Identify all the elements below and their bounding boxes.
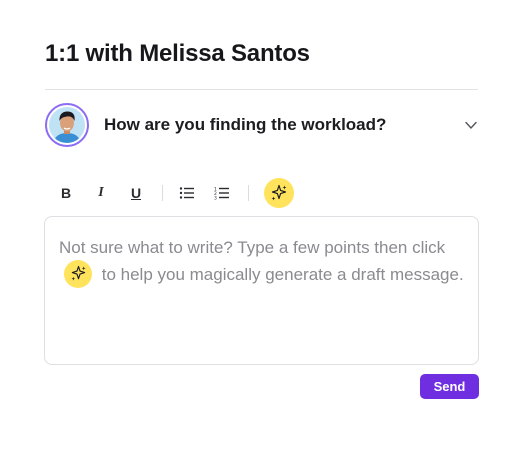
- bold-button[interactable]: B: [55, 182, 77, 204]
- svg-text:3: 3: [214, 196, 217, 201]
- sparkles-icon: [271, 184, 287, 201]
- magic-generate-button[interactable]: [264, 178, 294, 208]
- chevron-down-icon[interactable]: [464, 118, 478, 132]
- numbered-list-button[interactable]: 1 2 3: [211, 182, 233, 204]
- placeholder-text-end: to help you magically generate a draft m…: [101, 265, 464, 284]
- bullet-list-icon: [179, 187, 194, 199]
- page-title: 1:1 with Melissa Santos: [45, 40, 310, 67]
- toolbar-separator: [248, 185, 249, 201]
- underline-button[interactable]: U: [125, 182, 147, 204]
- formatting-toolbar: B I U 1 2 3: [55, 178, 294, 208]
- person-avatar-icon: [49, 107, 85, 143]
- send-button[interactable]: Send: [420, 374, 479, 399]
- bullet-list-button[interactable]: [176, 182, 198, 204]
- numbered-list-icon: 1 2 3: [214, 187, 229, 201]
- inline-sparkles-badge: [64, 259, 92, 288]
- italic-button[interactable]: I: [90, 182, 112, 204]
- placeholder-text-start: Not sure what to write? Type a few point…: [59, 238, 446, 257]
- sparkles-icon: [70, 265, 86, 281]
- title-divider: [45, 89, 478, 90]
- question-text: How are you finding the workload?: [104, 115, 387, 134]
- avatar: [45, 103, 89, 147]
- message-editor[interactable]: Not sure what to write? Type a few point…: [44, 216, 479, 365]
- toolbar-separator: [162, 185, 163, 201]
- editor-placeholder: Not sure what to write? Type a few point…: [59, 234, 464, 290]
- question-row[interactable]: How are you finding the workload?: [45, 102, 481, 148]
